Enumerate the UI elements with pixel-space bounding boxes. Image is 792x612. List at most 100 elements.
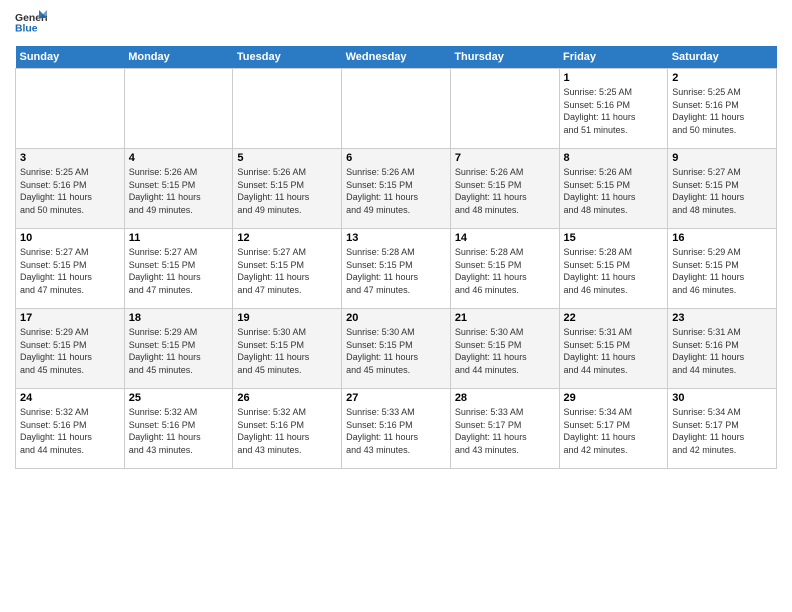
day-cell: 29 Sunrise: 5:34 AM Sunset: 5:17 PM Dayli… (559, 389, 668, 469)
day-cell: 22 Sunrise: 5:31 AM Sunset: 5:15 PM Dayli… (559, 309, 668, 389)
day-number: 28 (455, 392, 555, 404)
day-cell: 10 Sunrise: 5:27 AM Sunset: 5:15 PM Dayli… (16, 229, 125, 309)
day-number: 5 (237, 152, 337, 164)
week-row-3: 10 Sunrise: 5:27 AM Sunset: 5:15 PM Dayli… (16, 229, 777, 309)
weekday-header-tuesday: Tuesday (233, 46, 342, 69)
day-number: 11 (129, 232, 229, 244)
day-info: Sunrise: 5:26 AM Sunset: 5:15 PM Dayligh… (129, 166, 229, 216)
day-info: Sunrise: 5:31 AM Sunset: 5:15 PM Dayligh… (564, 326, 664, 376)
weekday-header-row: SundayMondayTuesdayWednesdayThursdayFrid… (16, 46, 777, 69)
day-info: Sunrise: 5:25 AM Sunset: 5:16 PM Dayligh… (672, 86, 772, 136)
day-cell (124, 69, 233, 149)
day-cell: 3 Sunrise: 5:25 AM Sunset: 5:16 PM Daylig… (16, 149, 125, 229)
day-number: 16 (672, 232, 772, 244)
day-number: 20 (346, 312, 446, 324)
day-cell: 4Sunrise: 5:26 AM Sunset: 5:15 PM Daylig… (124, 149, 233, 229)
day-info: Sunrise: 5:28 AM Sunset: 5:15 PM Dayligh… (455, 246, 555, 296)
logo-icon: General Blue (15, 10, 47, 38)
day-cell: 12 Sunrise: 5:27 AM Sunset: 5:15 PM Dayli… (233, 229, 342, 309)
day-cell (233, 69, 342, 149)
day-info: Sunrise: 5:32 AM Sunset: 5:16 PM Dayligh… (129, 406, 229, 456)
weekday-header-monday: Monday (124, 46, 233, 69)
day-cell: 26Sunrise: 5:32 AM Sunset: 5:16 PM Dayli… (233, 389, 342, 469)
day-info: Sunrise: 5:34 AM Sunset: 5:17 PM Dayligh… (672, 406, 772, 456)
week-row-5: 24 Sunrise: 5:32 AM Sunset: 5:16 PM Dayli… (16, 389, 777, 469)
header: General Blue (15, 10, 777, 38)
weekday-header-wednesday: Wednesday (342, 46, 451, 69)
day-number: 10 (20, 232, 120, 244)
day-info: Sunrise: 5:32 AM Sunset: 5:16 PM Dayligh… (237, 406, 337, 456)
day-number: 29 (564, 392, 664, 404)
day-cell: 8 Sunrise: 5:26 AM Sunset: 5:15 PM Daylig… (559, 149, 668, 229)
day-cell (342, 69, 451, 149)
day-info: Sunrise: 5:28 AM Sunset: 5:15 PM Dayligh… (346, 246, 446, 296)
day-cell: 20 Sunrise: 5:30 AM Sunset: 5:15 PM Dayli… (342, 309, 451, 389)
day-info: Sunrise: 5:26 AM Sunset: 5:15 PM Dayligh… (564, 166, 664, 216)
weekday-header-thursday: Thursday (450, 46, 559, 69)
day-cell: 6 Sunrise: 5:26 AM Sunset: 5:15 PM Daylig… (342, 149, 451, 229)
day-info: Sunrise: 5:29 AM Sunset: 5:15 PM Dayligh… (20, 326, 120, 376)
day-cell (16, 69, 125, 149)
day-number: 25 (129, 392, 229, 404)
day-cell: 1 Sunrise: 5:25 AM Sunset: 5:16 PM Daylig… (559, 69, 668, 149)
day-info: Sunrise: 5:30 AM Sunset: 5:15 PM Dayligh… (237, 326, 337, 376)
day-number: 7 (455, 152, 555, 164)
day-info: Sunrise: 5:25 AM Sunset: 5:16 PM Dayligh… (564, 86, 664, 136)
day-info: Sunrise: 5:26 AM Sunset: 5:15 PM Dayligh… (455, 166, 555, 216)
day-cell: 28 Sunrise: 5:33 AM Sunset: 5:17 PM Dayli… (450, 389, 559, 469)
day-info: Sunrise: 5:30 AM Sunset: 5:15 PM Dayligh… (346, 326, 446, 376)
day-info: Sunrise: 5:34 AM Sunset: 5:17 PM Dayligh… (564, 406, 664, 456)
day-number: 24 (20, 392, 120, 404)
day-cell: 19 Sunrise: 5:30 AM Sunset: 5:15 PM Dayli… (233, 309, 342, 389)
svg-text:Blue: Blue (15, 24, 38, 35)
day-cell: 7 Sunrise: 5:26 AM Sunset: 5:15 PM Daylig… (450, 149, 559, 229)
weekday-header-friday: Friday (559, 46, 668, 69)
day-cell: 18Sunrise: 5:29 AM Sunset: 5:15 PM Dayli… (124, 309, 233, 389)
day-info: Sunrise: 5:26 AM Sunset: 5:15 PM Dayligh… (346, 166, 446, 216)
calendar-page: General Blue SundayMondayTuesdayWednesda… (0, 0, 792, 612)
day-info: Sunrise: 5:29 AM Sunset: 5:15 PM Dayligh… (672, 246, 772, 296)
day-number: 19 (237, 312, 337, 324)
day-number: 15 (564, 232, 664, 244)
logo: General Blue (15, 10, 47, 38)
day-number: 27 (346, 392, 446, 404)
day-number: 9 (672, 152, 772, 164)
day-info: Sunrise: 5:27 AM Sunset: 5:15 PM Dayligh… (129, 246, 229, 296)
day-number: 30 (672, 392, 772, 404)
calendar-table: SundayMondayTuesdayWednesdayThursdayFrid… (15, 46, 777, 469)
day-cell: 23 Sunrise: 5:31 AM Sunset: 5:16 PM Dayli… (668, 309, 777, 389)
day-info: Sunrise: 5:30 AM Sunset: 5:15 PM Dayligh… (455, 326, 555, 376)
day-number: 17 (20, 312, 120, 324)
day-cell: 30 Sunrise: 5:34 AM Sunset: 5:17 PM Dayli… (668, 389, 777, 469)
day-info: Sunrise: 5:33 AM Sunset: 5:17 PM Dayligh… (455, 406, 555, 456)
day-cell (450, 69, 559, 149)
day-info: Sunrise: 5:25 AM Sunset: 5:16 PM Dayligh… (20, 166, 120, 216)
day-number: 8 (564, 152, 664, 164)
day-number: 3 (20, 152, 120, 164)
day-cell: 2 Sunrise: 5:25 AM Sunset: 5:16 PM Daylig… (668, 69, 777, 149)
day-cell: 25 Sunrise: 5:32 AM Sunset: 5:16 PM Dayli… (124, 389, 233, 469)
day-number: 6 (346, 152, 446, 164)
day-number: 14 (455, 232, 555, 244)
day-number: 21 (455, 312, 555, 324)
day-info: Sunrise: 5:27 AM Sunset: 5:15 PM Dayligh… (237, 246, 337, 296)
day-number: 12 (237, 232, 337, 244)
day-info: Sunrise: 5:32 AM Sunset: 5:16 PM Dayligh… (20, 406, 120, 456)
day-info: Sunrise: 5:31 AM Sunset: 5:16 PM Dayligh… (672, 326, 772, 376)
week-row-2: 3 Sunrise: 5:25 AM Sunset: 5:16 PM Daylig… (16, 149, 777, 229)
day-info: Sunrise: 5:28 AM Sunset: 5:15 PM Dayligh… (564, 246, 664, 296)
day-number: 1 (564, 72, 664, 84)
week-row-4: 17 Sunrise: 5:29 AM Sunset: 5:15 PM Dayli… (16, 309, 777, 389)
day-cell: 15 Sunrise: 5:28 AM Sunset: 5:15 PM Dayli… (559, 229, 668, 309)
day-cell: 11 Sunrise: 5:27 AM Sunset: 5:15 PM Dayli… (124, 229, 233, 309)
day-cell: 24 Sunrise: 5:32 AM Sunset: 5:16 PM Dayli… (16, 389, 125, 469)
day-cell: 5Sunrise: 5:26 AM Sunset: 5:15 PM Daylig… (233, 149, 342, 229)
day-number: 23 (672, 312, 772, 324)
day-info: Sunrise: 5:27 AM Sunset: 5:15 PM Dayligh… (20, 246, 120, 296)
day-cell: 21 Sunrise: 5:30 AM Sunset: 5:15 PM Dayli… (450, 309, 559, 389)
day-info: Sunrise: 5:33 AM Sunset: 5:16 PM Dayligh… (346, 406, 446, 456)
day-info: Sunrise: 5:27 AM Sunset: 5:15 PM Dayligh… (672, 166, 772, 216)
day-number: 2 (672, 72, 772, 84)
day-cell: 14 Sunrise: 5:28 AM Sunset: 5:15 PM Dayli… (450, 229, 559, 309)
day-number: 22 (564, 312, 664, 324)
